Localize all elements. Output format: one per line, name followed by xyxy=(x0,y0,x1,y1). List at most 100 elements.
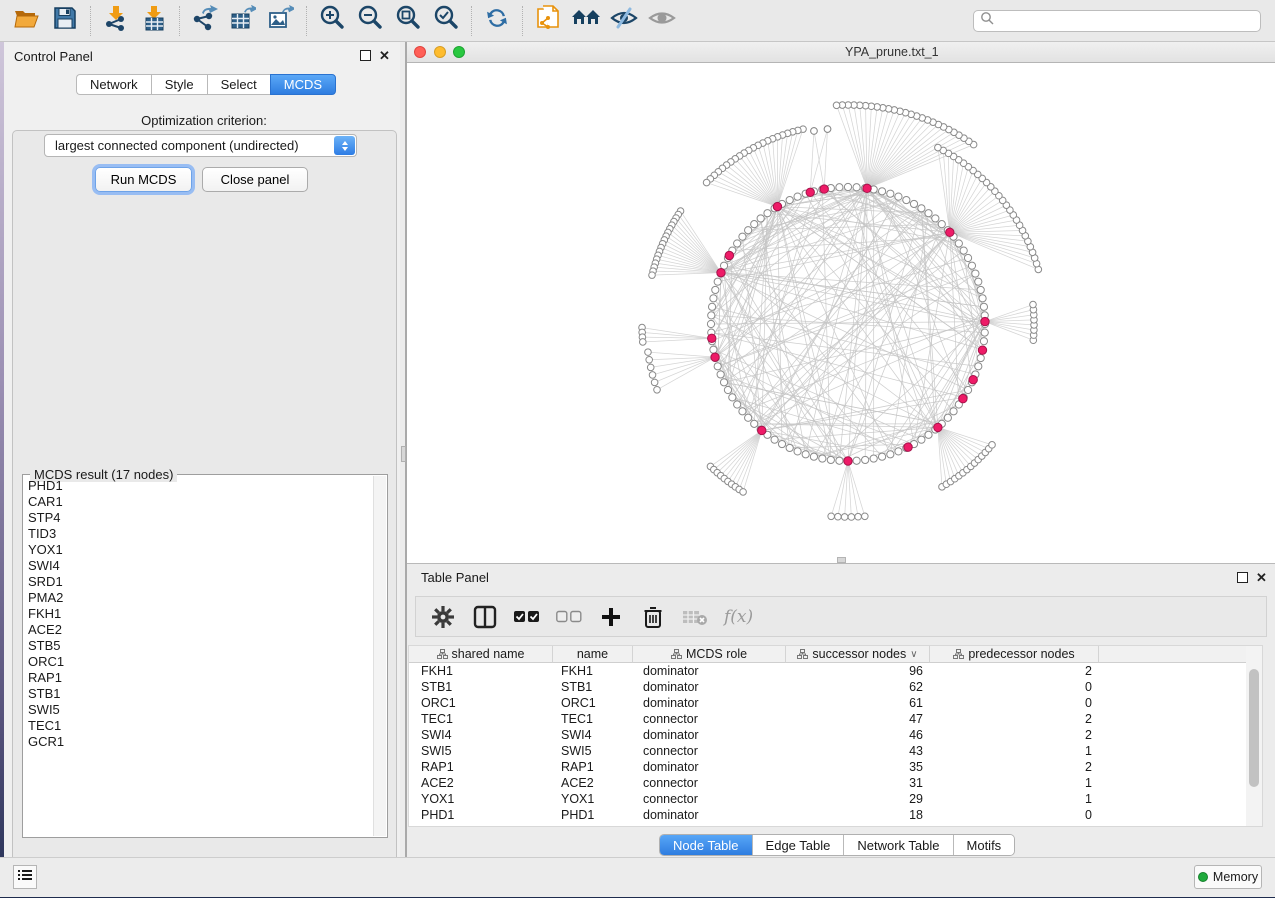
mcds-result-list[interactable]: PHD1CAR1STP4TID3YOX1SWI4SRD1PMA2FKH1ACE2… xyxy=(24,478,372,834)
zoom-out-button[interactable] xyxy=(351,3,389,39)
vertical-splitter-handle[interactable] xyxy=(401,446,406,462)
column-header[interactable]: name xyxy=(553,646,633,663)
tab-mcds[interactable]: MCDS xyxy=(270,74,336,95)
save-session-button[interactable] xyxy=(46,3,84,39)
float-table-panel-icon[interactable] xyxy=(1237,572,1248,583)
criterion-value: largest connected component (undirected) xyxy=(55,138,299,153)
export-table-button[interactable] xyxy=(224,3,262,39)
show-details-button[interactable] xyxy=(643,3,681,39)
task-history-button[interactable] xyxy=(13,865,37,889)
import-table-button[interactable] xyxy=(135,3,173,39)
tab-node-table[interactable]: Node Table xyxy=(660,835,753,855)
column-header[interactable]: shared name xyxy=(409,646,553,663)
search-input[interactable] xyxy=(995,14,1254,28)
zoom-selected-button[interactable] xyxy=(427,3,465,39)
memory-button[interactable]: Memory xyxy=(1194,865,1262,889)
tree-hierarchy-icon xyxy=(437,649,448,659)
close-traffic-light[interactable] xyxy=(414,46,426,58)
list-item[interactable]: SWI4 xyxy=(24,558,372,574)
cell: connector xyxy=(633,776,786,790)
toolbar-separator xyxy=(179,6,180,36)
home-button[interactable] xyxy=(567,3,605,39)
global-search-field[interactable] xyxy=(973,10,1261,32)
refresh-layout-button[interactable] xyxy=(478,3,516,39)
table-row[interactable]: ORC1ORC1dominator610 xyxy=(409,695,1262,711)
list-item[interactable]: TEC1 xyxy=(24,718,372,734)
list-icon xyxy=(18,868,32,886)
function-builder-icon[interactable]: f(x) xyxy=(724,607,753,627)
list-item[interactable]: STP4 xyxy=(24,510,372,526)
float-panel-icon[interactable] xyxy=(360,50,371,61)
tab-motifs[interactable]: Motifs xyxy=(954,835,1015,855)
close-panel-button[interactable]: Close panel xyxy=(202,167,308,192)
column-header[interactable]: predecessor nodes xyxy=(930,646,1099,663)
table-row[interactable]: YOX1YOX1connector291 xyxy=(409,791,1262,807)
list-item[interactable]: GCR1 xyxy=(24,734,372,750)
table-row[interactable]: TEC1TEC1connector472 xyxy=(409,711,1262,727)
add-row-icon[interactable] xyxy=(598,604,624,630)
tab-select[interactable]: Select xyxy=(207,74,270,95)
tab-network[interactable]: Network xyxy=(76,74,151,95)
delete-row-trash-icon[interactable] xyxy=(640,604,666,630)
tab-style[interactable]: Style xyxy=(151,74,207,95)
dropdown-stepper-icon xyxy=(334,136,355,155)
show-columns-icon[interactable] xyxy=(472,604,498,630)
hide-details-button[interactable] xyxy=(605,3,643,39)
list-item[interactable]: YOX1 xyxy=(24,542,372,558)
select-all-checks-icon[interactable] xyxy=(514,604,540,630)
list-item[interactable]: RAP1 xyxy=(24,670,372,686)
criterion-dropdown[interactable]: largest connected component (undirected) xyxy=(44,134,357,157)
list-item[interactable]: SRD1 xyxy=(24,574,372,590)
list-item[interactable]: SWI5 xyxy=(24,702,372,718)
delete-table-icon[interactable] xyxy=(682,604,708,630)
zoom-fit-button[interactable] xyxy=(389,3,427,39)
list-item[interactable]: CAR1 xyxy=(24,494,372,510)
table-row[interactable]: SWI4SWI4dominator462 xyxy=(409,727,1262,743)
toolbar-separator xyxy=(522,6,523,36)
table-panel-title: Table Panel xyxy=(421,570,489,585)
column-header[interactable]: successor nodes∨ xyxy=(786,646,930,663)
tab-edge-table[interactable]: Edge Table xyxy=(753,835,845,855)
list-item[interactable]: PHD1 xyxy=(24,478,372,494)
cell: PHD1 xyxy=(409,808,553,822)
table-row[interactable]: RAP1RAP1dominator352 xyxy=(409,759,1262,775)
run-mcds-button[interactable]: Run MCDS xyxy=(95,167,192,192)
close-table-panel-icon[interactable]: ✕ xyxy=(1256,572,1267,583)
cell: FKH1 xyxy=(553,664,633,678)
export-network-button[interactable] xyxy=(186,3,224,39)
mcds-result-scrollbar[interactable] xyxy=(373,476,386,836)
list-item[interactable]: STB1 xyxy=(24,686,372,702)
list-item[interactable]: ACE2 xyxy=(24,622,372,638)
close-panel-icon[interactable]: ✕ xyxy=(379,50,390,61)
import-network-button[interactable] xyxy=(97,3,135,39)
eye-slash-icon xyxy=(610,6,638,35)
network-window-titlebar[interactable]: YPA_prune.txt_1 xyxy=(407,42,1275,63)
network-canvas[interactable] xyxy=(407,63,1275,563)
zoom-in-button[interactable] xyxy=(313,3,351,39)
zoom-traffic-light[interactable] xyxy=(453,46,465,58)
list-item[interactable]: TID3 xyxy=(24,526,372,542)
open-folder-icon xyxy=(14,7,40,34)
table-row[interactable]: ACE2ACE2connector311 xyxy=(409,775,1262,791)
network-graph[interactable] xyxy=(407,63,1275,563)
table-row[interactable]: STB1STB1dominator620 xyxy=(409,679,1262,695)
column-header[interactable]: MCDS role xyxy=(633,646,786,663)
minimize-traffic-light[interactable] xyxy=(434,46,446,58)
table-row[interactable]: FKH1FKH1dominator962 xyxy=(409,663,1262,679)
deselect-all-checks-icon[interactable] xyxy=(556,604,582,630)
cell: ACE2 xyxy=(553,776,633,790)
table-scrollbar-thumb[interactable] xyxy=(1249,669,1259,787)
tab-network-table[interactable]: Network Table xyxy=(844,835,953,855)
table-options-gear-icon[interactable] xyxy=(430,604,456,630)
cell: connector xyxy=(633,712,786,726)
control-panel: Control Panel ✕ Network Style Select MCD… xyxy=(4,42,400,857)
open-session-button[interactable] xyxy=(8,3,46,39)
list-item[interactable]: STB5 xyxy=(24,638,372,654)
list-item[interactable]: ORC1 xyxy=(24,654,372,670)
export-image-button[interactable] xyxy=(262,3,300,39)
clone-network-button[interactable] xyxy=(529,3,567,39)
list-item[interactable]: PMA2 xyxy=(24,590,372,606)
table-row[interactable]: PHD1PHD1dominator180 xyxy=(409,807,1262,823)
list-item[interactable]: FKH1 xyxy=(24,606,372,622)
table-row[interactable]: SWI5SWI5connector431 xyxy=(409,743,1262,759)
